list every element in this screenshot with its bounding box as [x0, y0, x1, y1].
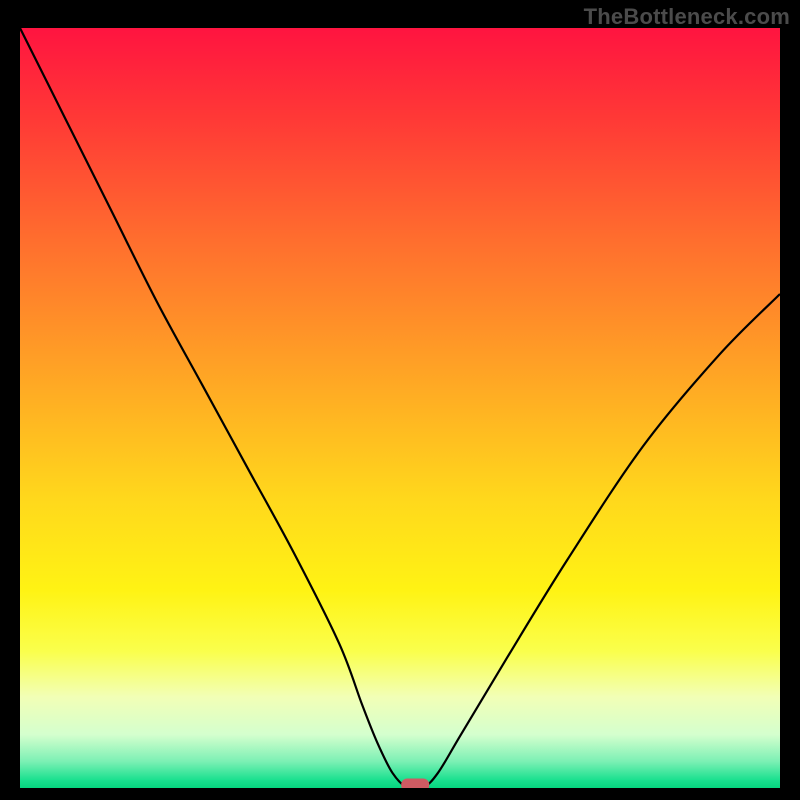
optimal-marker	[401, 778, 429, 788]
chart-frame: TheBottleneck.com	[0, 0, 800, 800]
watermark-text: TheBottleneck.com	[584, 4, 790, 30]
gradient-background	[20, 28, 780, 788]
plot-area	[20, 28, 780, 788]
bottleneck-chart	[20, 28, 780, 788]
